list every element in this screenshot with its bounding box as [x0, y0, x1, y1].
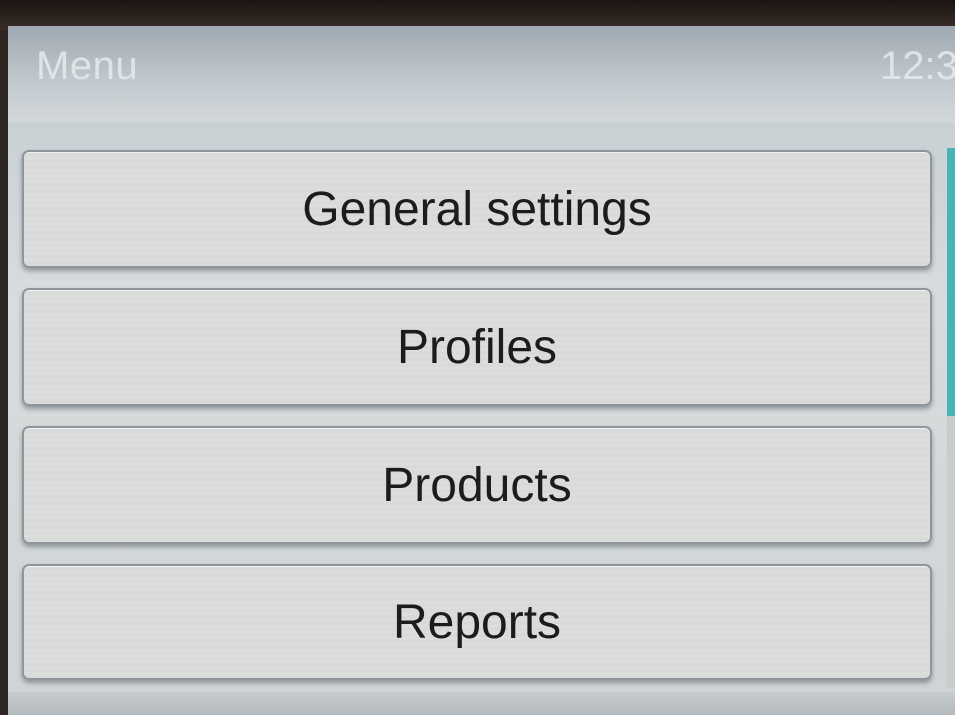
menu-list: General settings Profiles Products Repor…	[22, 150, 932, 680]
menu-item-profiles[interactable]: Profiles	[22, 288, 932, 406]
screen-bottom-edge	[8, 692, 955, 715]
scrollbar[interactable]	[947, 148, 955, 688]
menu-item-label: Profiles	[396, 320, 558, 374]
menu-item-products[interactable]: Products	[22, 426, 932, 544]
menu-item-label: Products	[382, 458, 572, 512]
clock: 12:3	[880, 44, 955, 88]
page-title: Menu	[36, 44, 139, 88]
menu-item-general-settings[interactable]: General settings	[22, 150, 932, 268]
header-bar: Menu 12:3	[8, 26, 955, 122]
menu-item-reports[interactable]: Reports	[22, 564, 932, 680]
scrollbar-thumb[interactable]	[947, 148, 955, 416]
menu-item-label: General settings	[302, 182, 652, 236]
device-screen: Menu 12:3 General settings Profiles Prod…	[8, 26, 955, 715]
menu-item-label: Reports	[392, 595, 562, 649]
